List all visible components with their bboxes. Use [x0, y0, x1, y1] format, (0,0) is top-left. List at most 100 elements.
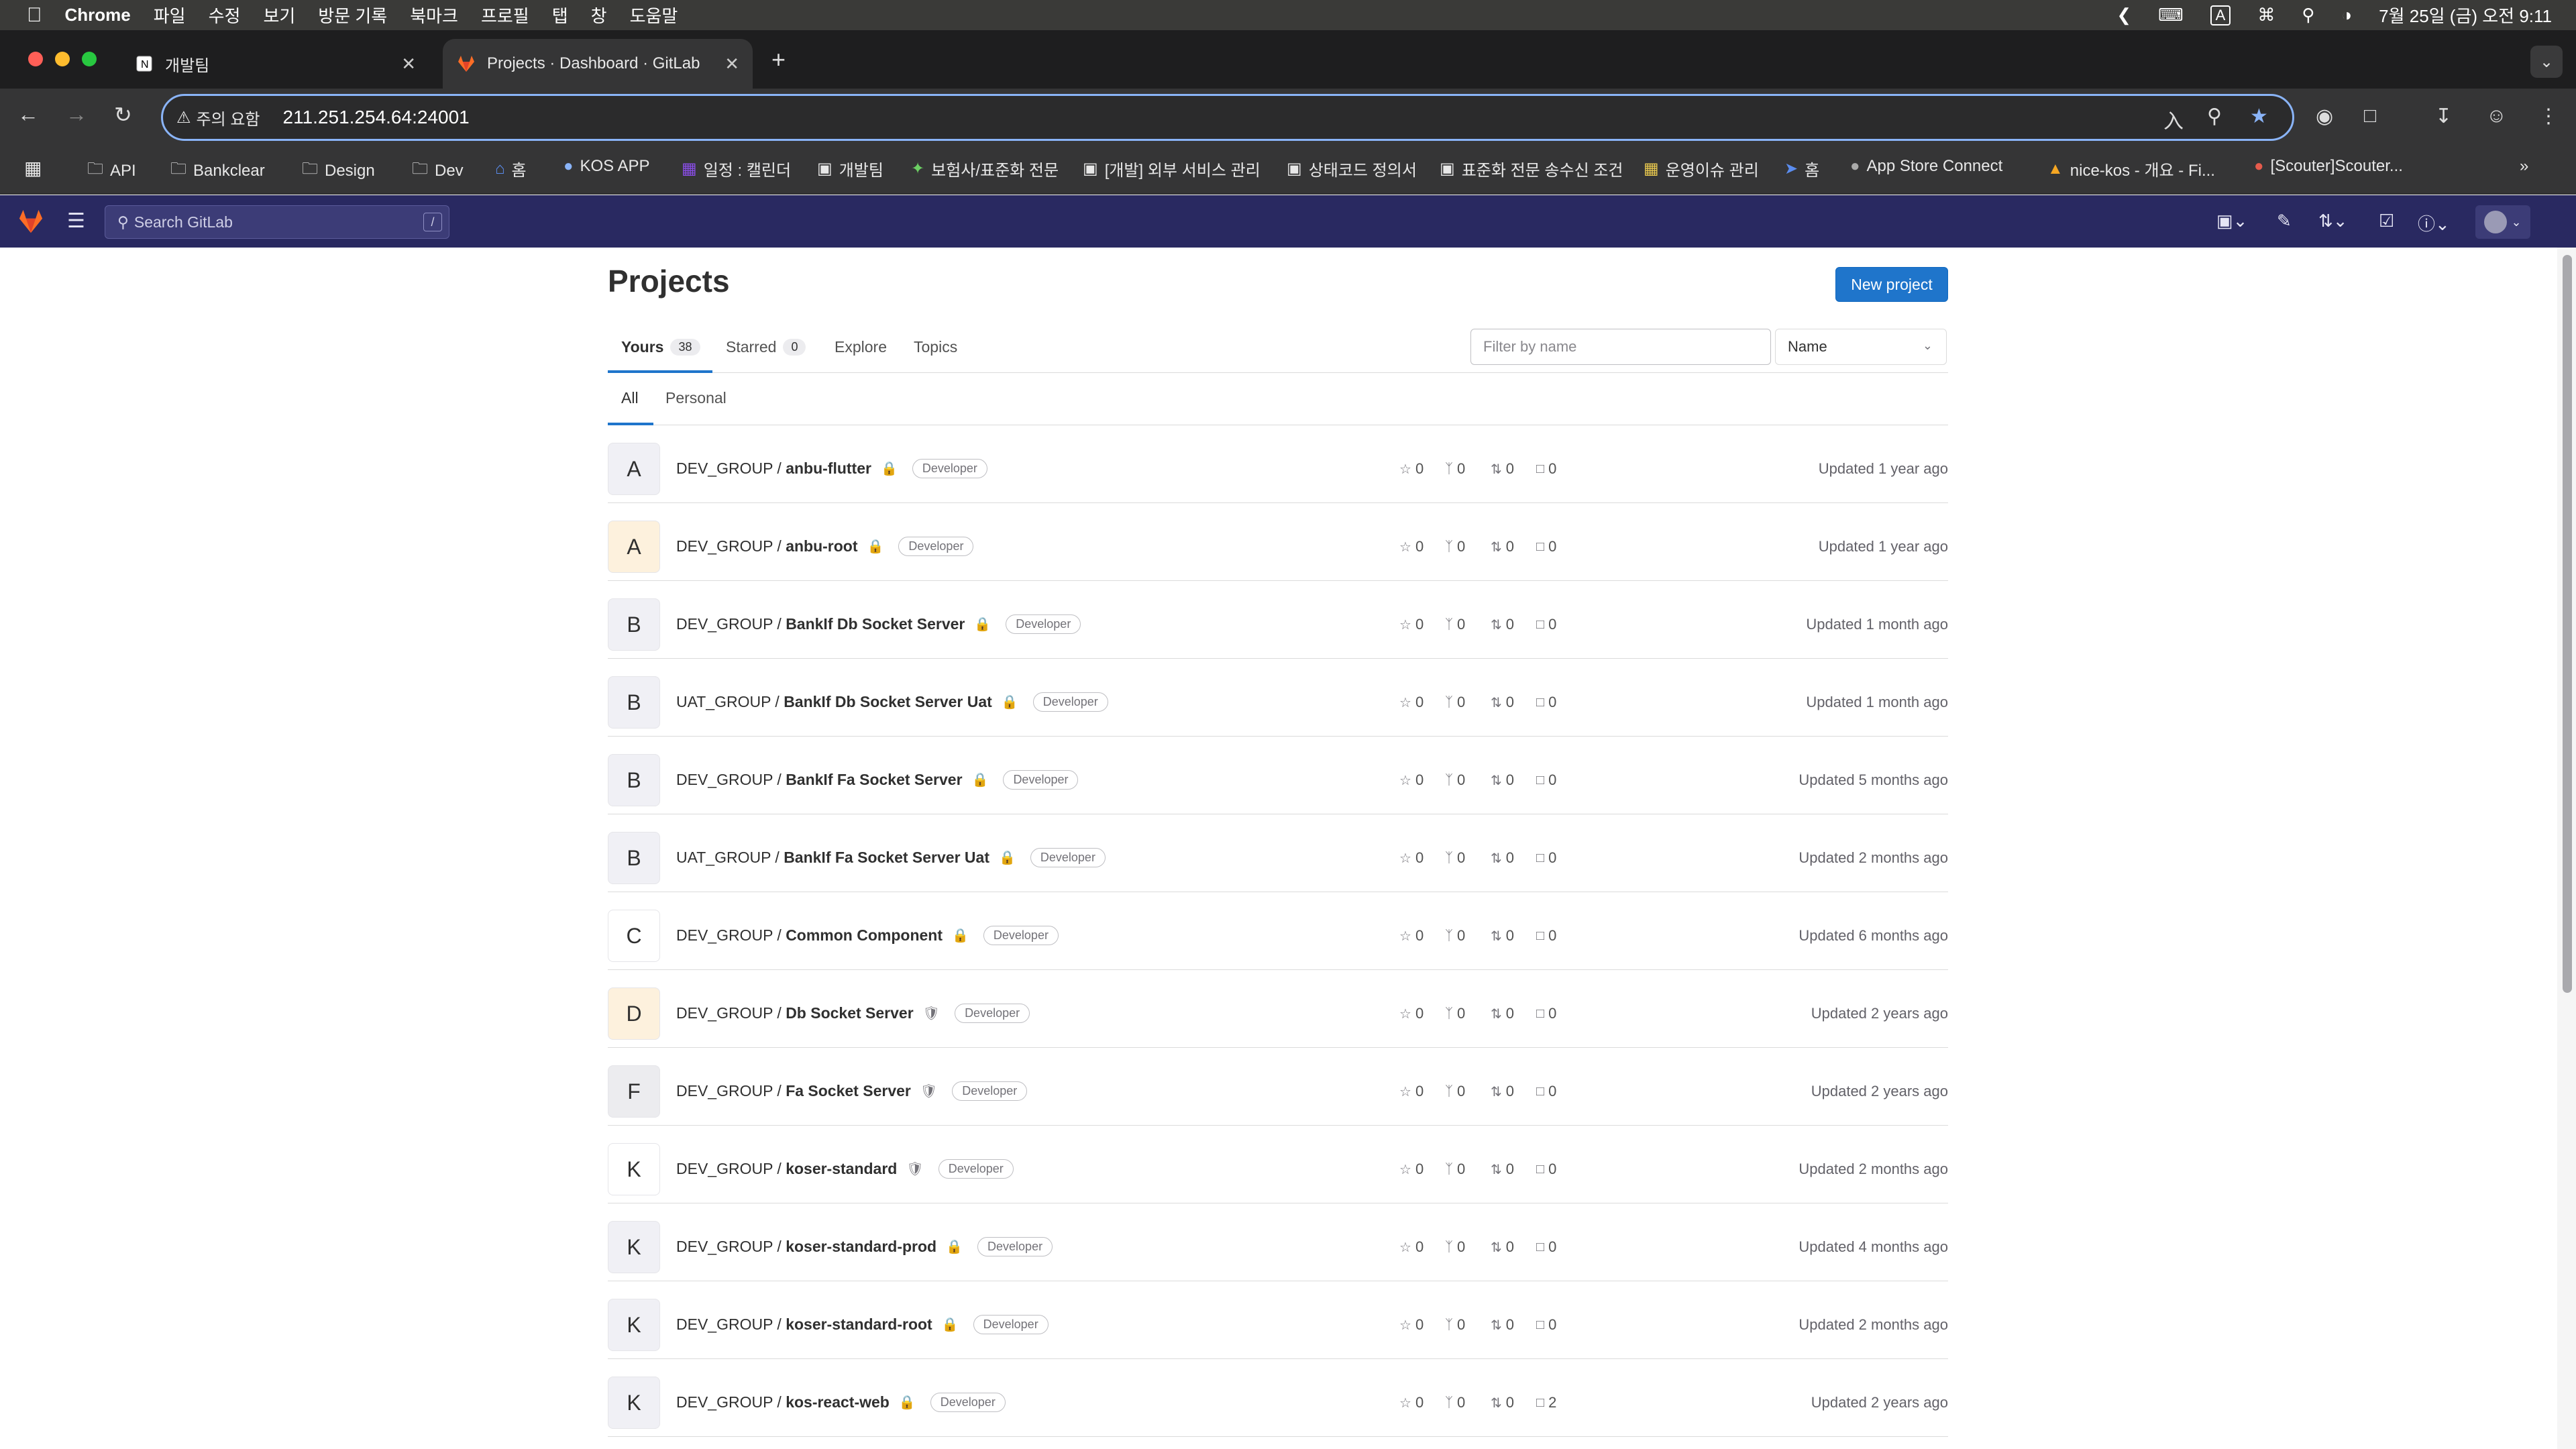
forks-count[interactable]: ᛉ0	[1445, 1316, 1491, 1334]
menu-edit[interactable]: 수정	[209, 3, 241, 28]
project-row[interactable]: F DEV_GROUP / Fa Socket Server 🛡 Developer ☆…	[608, 1048, 1948, 1126]
tab-topics[interactable]: Topics	[914, 338, 957, 356]
bookmark-folder-api[interactable]: 🗀 API	[87, 157, 136, 184]
bookmark-app-store-connect[interactable]: ● App Store Connect	[1850, 157, 2002, 176]
issues-count[interactable]: □ 0	[1536, 771, 1582, 789]
project-avatar[interactable]: B	[608, 754, 660, 806]
merge-requests-count[interactable]: ⇅ 0	[1491, 1005, 1536, 1022]
project-avatar[interactable]: K	[608, 1377, 660, 1429]
forks-count[interactable]: ᛉ0	[1445, 538, 1491, 555]
project-avatar[interactable]: A	[608, 521, 660, 573]
new-tab-button[interactable]: +	[771, 46, 786, 74]
control-center-icon[interactable]: ◑	[2341, 5, 2352, 25]
subtab-personal[interactable]: Personal	[665, 389, 727, 407]
scrollbar-thumb[interactable]	[2563, 255, 2572, 993]
merge-requests-count[interactable]: ⇅ 0	[1491, 927, 1536, 945]
project-namespace[interactable]: DEV_GROUP /	[676, 537, 786, 555]
bookmark-external-service[interactable]: ▣ [개발] 외부 서비스 관리	[1083, 157, 1260, 180]
bookmark-insurance-standard[interactable]: ✦ 보험사/표준화 전문	[911, 157, 1059, 180]
apps-grid-icon[interactable]: ▦	[24, 157, 42, 179]
wifi-icon[interactable]: ⌘	[2257, 5, 2275, 25]
project-name[interactable]: BankIf Db Socket Server	[786, 615, 965, 633]
project-title[interactable]: UAT_GROUP / BankIf Db Socket Server Uat 🔒…	[676, 692, 1108, 712]
project-name[interactable]: anbu-flutter	[786, 460, 871, 477]
issues-count[interactable]: □ 0	[1536, 1316, 1582, 1334]
menu-tab[interactable]: 탭	[552, 3, 568, 28]
bookmark-devteam[interactable]: ▣ 개발팀	[817, 157, 883, 180]
stars-count[interactable]: ☆ 0	[1399, 616, 1445, 633]
forks-count[interactable]: ᛉ0	[1445, 694, 1491, 711]
project-namespace[interactable]: DEV_GROUP /	[676, 460, 786, 477]
forks-count[interactable]: ᛉ0	[1445, 1161, 1491, 1178]
menu-view[interactable]: 보기	[263, 3, 295, 28]
kebab-menu-icon[interactable]: ⋮	[2538, 105, 2559, 128]
tab-search-button[interactable]: ⌄	[2530, 46, 2563, 78]
project-row[interactable]: B UAT_GROUP / BankIf Fa Socket Server Uat…	[608, 814, 1948, 892]
issues-count[interactable]: □ 0	[1536, 616, 1582, 633]
forks-count[interactable]: ᛉ0	[1445, 927, 1491, 945]
bookmark-kos-app[interactable]: ● KOS APP	[564, 157, 650, 176]
sort-dropdown[interactable]: Name ⌄	[1775, 329, 1947, 365]
project-name[interactable]: kos-react-web	[786, 1393, 890, 1411]
project-row[interactable]: C DEV_GROUP / Common Component 🔒 Developer ☆…	[608, 892, 1948, 970]
hamburger-menu-icon[interactable]: ☰	[67, 209, 85, 233]
merge-requests-count[interactable]: ⇅ 0	[1491, 1161, 1536, 1178]
project-row[interactable]: K DEV_GROUP / koser-standard-root 🔒 Develop…	[608, 1281, 1948, 1359]
forks-count[interactable]: ᛉ0	[1445, 771, 1491, 789]
project-avatar[interactable]: F	[608, 1065, 660, 1118]
forks-count[interactable]: ᛉ0	[1445, 616, 1491, 633]
project-name[interactable]: koser-standard	[786, 1160, 897, 1177]
merge-requests-count[interactable]: ⇅ 0	[1491, 1316, 1536, 1334]
stars-count[interactable]: ☆ 0	[1399, 1316, 1445, 1334]
project-row[interactable]: B UAT_GROUP / BankIf Db Socket Server Uat…	[608, 659, 1948, 737]
spotlight-search-icon[interactable]: ⚲	[2302, 5, 2314, 25]
tab-yours[interactable]: Yours 38	[621, 338, 700, 356]
project-avatar[interactable]: B	[608, 676, 660, 729]
stars-count[interactable]: ☆ 0	[1399, 460, 1445, 478]
project-row[interactable]: B DEV_GROUP / BankIf Db Socket Server 🔒 Dev…	[608, 581, 1948, 659]
browser-tab-devteam[interactable]: N 개발팀 ✕	[121, 39, 429, 89]
search-gitlab-input[interactable]: ⚲ Search GitLab /	[105, 205, 449, 239]
project-namespace[interactable]: DEV_GROUP /	[676, 1004, 786, 1022]
zoom-icon[interactable]: ⚲	[2207, 105, 2222, 128]
project-avatar[interactable]: K	[608, 1221, 660, 1273]
more-bookmarks-icon[interactable]: »	[2520, 157, 2528, 176]
security-warning-chip[interactable]: ⚠ 주의 요함	[176, 106, 260, 129]
back-arrow-icon[interactable]: ←	[17, 102, 39, 127]
user-avatar[interactable]: ⌄	[2475, 205, 2530, 239]
bookmark-folder-design[interactable]: 🗀 Design	[302, 157, 375, 184]
browser-tab-gitlab[interactable]: Projects · Dashboard · GitLab ✕	[443, 39, 753, 89]
forks-count[interactable]: ᛉ0	[1445, 460, 1491, 478]
bookmark-standard-conditions[interactable]: ▣ 표준화 전문 송수신 조건	[1440, 157, 1623, 180]
forks-count[interactable]: ᛉ0	[1445, 1238, 1491, 1256]
merge-requests-count[interactable]: ⇅ 0	[1491, 849, 1536, 867]
tab-explore[interactable]: Explore	[835, 338, 887, 356]
extensions-puzzle-icon[interactable]: □	[2364, 105, 2376, 127]
new-project-button[interactable]: New project	[1835, 267, 1948, 302]
project-name[interactable]: Fa Socket Server	[786, 1082, 911, 1099]
project-row[interactable]: A DEV_GROUP / anbu-flutter 🔒 Developer ☆ 0 ᛉ 0 ⇅…	[608, 425, 1948, 503]
project-title[interactable]: DEV_GROUP / kos-react-web 🔒 Developer	[676, 1393, 1006, 1412]
bookmark-scouter[interactable]: ● [Scouter]Scouter...	[2254, 157, 2403, 176]
issues-count[interactable]: □ 0	[1536, 1161, 1582, 1178]
input-source-indicator[interactable]: A	[2210, 5, 2231, 25]
subtab-all[interactable]: All	[621, 389, 639, 407]
merge-requests-count[interactable]: ⇅ 0	[1491, 538, 1536, 555]
keyboard-icon[interactable]: ⌨	[2158, 5, 2184, 25]
menu-bookmarks[interactable]: 북마크	[410, 3, 458, 28]
stars-count[interactable]: ☆ 0	[1399, 1161, 1445, 1178]
issues-count[interactable]: □ 0	[1536, 538, 1582, 555]
issues-count[interactable]: □ 0	[1536, 694, 1582, 711]
forks-count[interactable]: ᛉ0	[1445, 849, 1491, 867]
translate-icon[interactable]: 入	[2163, 105, 2184, 134]
merge-requests-icon[interactable]: ⇅⌄	[2318, 211, 2348, 231]
project-name[interactable]: Db Socket Server	[786, 1004, 913, 1022]
project-title[interactable]: DEV_GROUP / BankIf Fa Socket Server 🔒 Deve…	[676, 770, 1079, 790]
filter-by-name-input[interactable]: Filter by name	[1470, 329, 1771, 365]
menubar-clock[interactable]: 7월 25일 (금) 오전 9:11	[2379, 3, 2552, 28]
chevron-left-icon[interactable]: ❮	[2116, 5, 2131, 25]
merge-requests-count[interactable]: ⇅ 0	[1491, 771, 1536, 789]
issues-count[interactable]: □ 0	[1536, 927, 1582, 945]
project-title[interactable]: DEV_GROUP / koser-standard 🛡 Developer	[676, 1159, 1014, 1179]
issues-count[interactable]: □ 0	[1536, 1083, 1582, 1100]
